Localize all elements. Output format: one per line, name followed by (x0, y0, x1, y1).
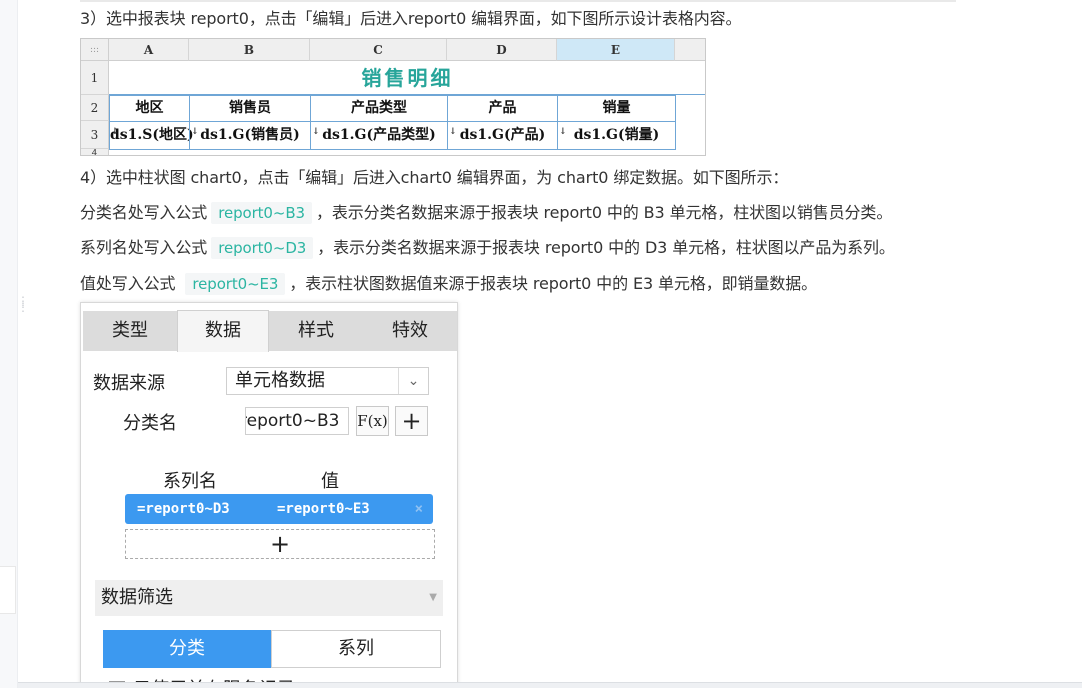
row-header-4: 4 (81, 149, 109, 155)
tab-style[interactable]: 样式 (269, 311, 363, 351)
col-header-b: B (189, 39, 310, 61)
add-category-button[interactable]: + (395, 406, 428, 436)
header-cell-salesperson: 销售员 (189, 95, 311, 122)
step4-text: 4）选中柱状图 chart0，点击「编辑」后进入chart0 编辑界面，为 ch… (80, 168, 789, 187)
header-cell-product-type: 产品类型 (310, 95, 448, 122)
filter-category-toggle[interactable]: 分类 (103, 630, 271, 668)
series-formula-code: report0~D3 (211, 237, 314, 259)
bottom-scrollbar[interactable] (18, 682, 1082, 688)
filter-series-toggle[interactable]: 系列 (271, 630, 441, 668)
value-header: 值 (321, 471, 339, 492)
tab-type[interactable]: 类型 (83, 311, 177, 351)
series-explanation: 系列名处写入公式 report0~D3 ，表示分类名数据来源于报表块 report0… (80, 237, 895, 259)
data-filter-label: 数据筛选 (101, 587, 173, 608)
gutter-panel (0, 566, 16, 614)
expand-arrow-icon: ↓ (559, 127, 567, 137)
close-icon[interactable]: × (415, 494, 423, 524)
grid-title-cell: 销售明细 (109, 61, 705, 95)
category-formula-input[interactable]: report0~B3 (245, 407, 349, 435)
value-explanation-pre: 值处写入公式 (80, 274, 176, 293)
chart-data-panel: 类型 数据 样式 特效 数据来源 单元格数据 ⌄ 分类名 report0~B3 … (80, 302, 458, 688)
series-explanation-post: ，表示分类名数据来源于报表块 report0 中的 D3 单元格，柱状图以产品为… (317, 238, 895, 257)
drag-handle-icon[interactable]: ⋮ ⋮ (17, 295, 29, 313)
value-explanation: 值处写入公式 report0~E3 ，表示柱状图数据值来源于报表块 report0 … (80, 273, 817, 295)
header-cell-product: 产品 (447, 95, 558, 122)
chevron-down-icon[interactable]: ⌄ (398, 368, 428, 394)
data-filter-section[interactable]: 数据筛选 ▼ (95, 580, 443, 616)
formula-fx-button[interactable]: F(x) (356, 406, 389, 436)
row-header-2: 2 (81, 95, 109, 121)
data-cell-a3-text: ds1.S(地区) (110, 127, 194, 143)
grid-corner: ::: (81, 39, 109, 61)
category-explanation-post: ，表示分类名数据来源于报表块 report0 中的 B3 单元格，柱状图以销售员… (315, 203, 893, 222)
panel-tabs: 类型 数据 样式 特效 (83, 310, 457, 352)
data-cell-e3-text: ds1.G(销量) (573, 127, 660, 143)
row-header-3: 3 (81, 121, 109, 149)
data-cell-d3-text: ds1.G(产品) (459, 127, 546, 143)
data-cell-b3: ↓ ds1.G(销售员) (189, 121, 311, 150)
value-formula-code: report0~E3 (185, 273, 286, 295)
data-cell-a3: ↓ ds1.S(地区) (109, 121, 194, 150)
category-formula-value: report0~B3 (245, 411, 340, 431)
plus-icon: + (401, 407, 422, 435)
col-header-c: C (310, 39, 447, 61)
step3-text: 3）选中报表块 report0，点击「编辑」后进入report0 编辑界面，如下… (80, 9, 742, 28)
series-explanation-pre: 系列名处写入公式 (80, 238, 208, 257)
series-formula-cell[interactable]: =report0~D3 (137, 494, 230, 524)
report-grid: ::: A B C D E 1 2 3 4 销售明细 地区 销售员 产品类型 产… (80, 38, 706, 156)
col-header-a: A (109, 39, 189, 61)
value-explanation-post: ，表示柱状图数据值来源于报表块 report0 中的 E3 单元格，即销量数据。 (289, 274, 818, 293)
category-explanation: 分类名处写入公式 report0~B3 ，表示分类名数据来源于报表块 report0… (80, 202, 892, 224)
expand-arrow-icon: ↓ (449, 127, 457, 137)
series-binding-row[interactable]: =report0~D3 =report0~E3 × (125, 494, 433, 524)
expand-arrow-icon: ↓ (312, 127, 320, 137)
data-source-label: 数据来源 (93, 373, 165, 394)
tab-data[interactable]: 数据 (177, 310, 269, 352)
data-source-select[interactable]: 单元格数据 ⌄ (226, 367, 429, 395)
expand-arrow-icon: ↓ (111, 127, 119, 137)
header-cell-region: 地区 (109, 95, 190, 122)
row-header-1: 1 (81, 61, 109, 95)
header-cell-sales: 销量 (557, 95, 676, 122)
category-formula-code: report0~B3 (211, 202, 312, 224)
col-header-e: E (557, 39, 675, 61)
data-cell-d3: ↓ ds1.G(产品) (447, 121, 558, 150)
data-cell-b3-text: ds1.G(销售员) (200, 127, 300, 143)
category-name-label: 分类名 (123, 413, 177, 434)
value-formula-cell[interactable]: =report0~E3 (277, 494, 370, 524)
data-cell-e3: ↓ ds1.G(销量) (557, 121, 676, 150)
col-header-blank (675, 39, 705, 61)
data-cell-c3: ↓ ds1.G(产品类型) (310, 121, 448, 150)
caret-down-icon[interactable]: ▼ (429, 580, 437, 616)
data-cell-c3-text: ds1.G(产品类型) (322, 127, 436, 143)
fx-icon: F(x) (357, 412, 388, 430)
col-header-d: D (447, 39, 557, 61)
category-explanation-pre: 分类名处写入公式 (80, 203, 208, 222)
plus-icon: + (269, 530, 291, 558)
series-name-header: 系列名 (163, 471, 217, 492)
add-series-button[interactable]: + (125, 529, 435, 559)
expand-arrow-icon: ↓ (191, 127, 199, 137)
data-source-value: 单元格数据 (235, 370, 325, 391)
top-divider (80, 0, 956, 2)
tab-effects[interactable]: 特效 (363, 311, 457, 351)
